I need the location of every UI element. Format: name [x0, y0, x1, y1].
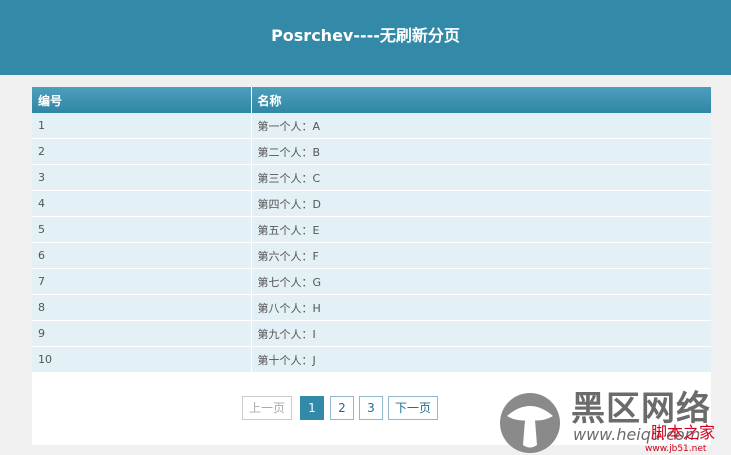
- row-name-cell: 第五个人：E: [251, 216, 711, 243]
- row-name-cell: 第二个人：B: [251, 138, 711, 165]
- table-row: 4 第四个人：D: [32, 190, 711, 217]
- row-id-cell: 6: [32, 242, 252, 269]
- row-id-cell: 5: [32, 216, 252, 243]
- table-row: 7 第七个人：G: [32, 268, 711, 295]
- row-name-cell: 第一个人：A: [251, 113, 711, 139]
- watermark-brand: 脚本之家: [651, 423, 716, 442]
- column-header-id: 编号: [32, 87, 252, 113]
- mushroom-logo-icon: [500, 393, 560, 453]
- row-name-cell: 第九个人：I: [251, 320, 711, 347]
- page-button-1[interactable]: 1: [300, 396, 324, 420]
- table-row: 9 第九个人：I: [32, 320, 711, 347]
- row-id-cell: 3: [32, 164, 252, 191]
- row-id-cell: 10: [32, 346, 252, 373]
- table-row: 10 第十个人：J: [32, 346, 711, 373]
- next-page-button[interactable]: 下一页: [388, 396, 438, 420]
- row-name-cell: 第八个人：H: [251, 294, 711, 321]
- page-button-2[interactable]: 2: [330, 396, 354, 420]
- row-id-cell: 4: [32, 190, 252, 217]
- row-name-cell: 第七个人：G: [251, 268, 711, 295]
- row-name-cell: 第十个人：J: [251, 346, 711, 373]
- row-name-cell: 第三个人：C: [251, 164, 711, 191]
- prev-page-button[interactable]: 上一页: [242, 396, 292, 420]
- table-row: 6 第六个人：F: [32, 242, 711, 269]
- table-row: 8 第八个人：H: [32, 294, 711, 321]
- table-row: 2 第二个人：B: [32, 138, 711, 165]
- column-header-name: 名称: [251, 87, 711, 113]
- data-table: 编号 名称 1 第一个人：A 2 第二个人：B 3 第三个人：C 4 第四个人：…: [32, 87, 711, 373]
- row-name-cell: 第四个人：D: [251, 190, 711, 217]
- table-row: 1 第一个人：A: [32, 113, 711, 139]
- watermark-small-url: www.jb51.net: [645, 444, 707, 454]
- table-row: 3 第三个人：C: [32, 164, 711, 191]
- watermark: 黑区网络 www.heiqu.com 脚本之家 www.jb51.net: [497, 388, 731, 455]
- row-id-cell: 7: [32, 268, 252, 295]
- page-button-3[interactable]: 3: [359, 396, 383, 420]
- row-id-cell: 9: [32, 320, 252, 347]
- row-id-cell: 8: [32, 294, 252, 321]
- row-name-cell: 第六个人：F: [251, 242, 711, 269]
- table-header-row: 编号 名称: [32, 87, 711, 113]
- row-id-cell: 1: [32, 113, 252, 139]
- page-title: Posrchev----无刷新分页: [271, 25, 460, 45]
- table-row: 5 第五个人：E: [32, 216, 711, 243]
- page-header: Posrchev----无刷新分页: [0, 0, 731, 75]
- row-id-cell: 2: [32, 138, 252, 165]
